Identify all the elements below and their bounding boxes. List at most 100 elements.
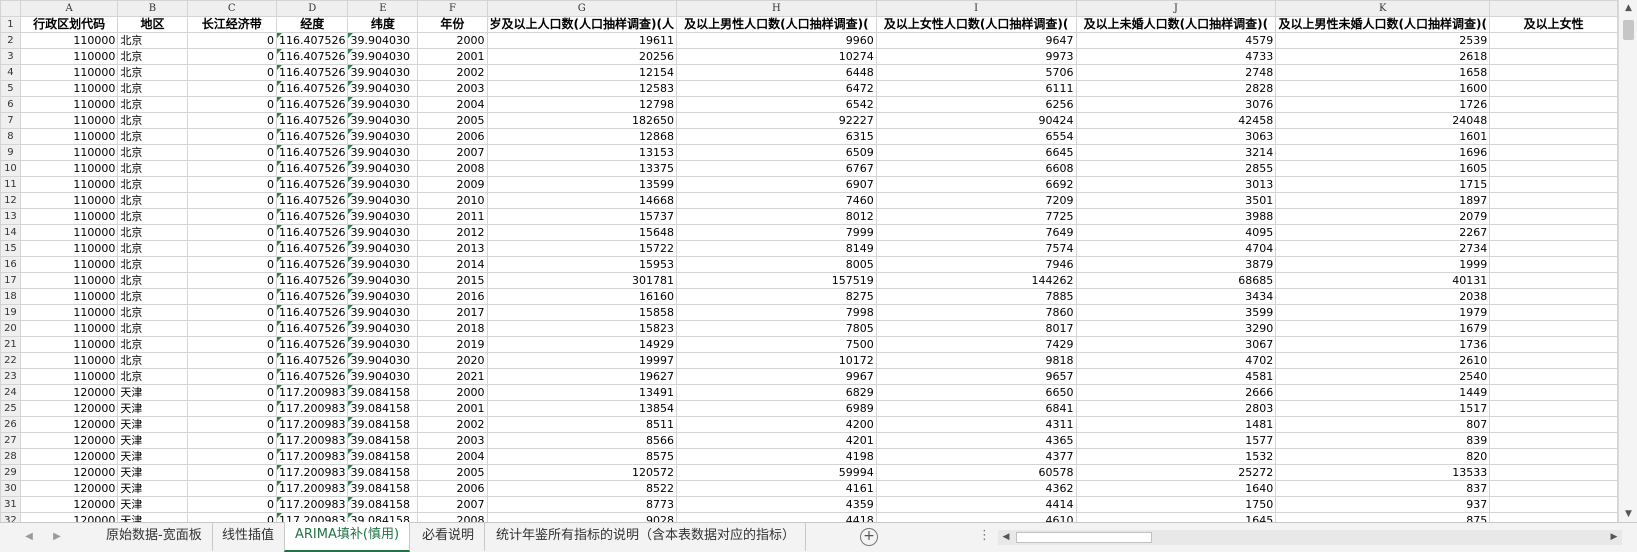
cell-k[interactable]: 1679 bbox=[1275, 320, 1491, 337]
cell-code[interactable]: 110000 bbox=[19, 240, 119, 257]
cell-code[interactable]: 120000 bbox=[19, 512, 119, 522]
cell-region[interactable]: 天津 bbox=[117, 384, 188, 401]
cell-yangtze[interactable]: 0 bbox=[186, 448, 277, 465]
cell-lat[interactable]: 39.904030 bbox=[347, 176, 419, 193]
cell-lat[interactable]: 39.084158 bbox=[347, 432, 419, 449]
cell-year[interactable]: 2003 bbox=[417, 80, 488, 97]
cell-k[interactable]: 2079 bbox=[1275, 208, 1491, 225]
cell-j[interactable]: 4733 bbox=[1075, 48, 1277, 65]
cell-region[interactable]: 北京 bbox=[117, 272, 188, 289]
cell-k[interactable]: 1715 bbox=[1275, 176, 1491, 193]
cell-region[interactable]: 北京 bbox=[117, 240, 188, 257]
cell-lat[interactable]: 39.904030 bbox=[347, 208, 419, 225]
cell-code[interactable]: 110000 bbox=[19, 48, 119, 65]
cell-i[interactable]: 4414 bbox=[875, 496, 1077, 513]
cell-year[interactable]: 2007 bbox=[417, 496, 488, 513]
cell-code[interactable]: 120000 bbox=[19, 416, 119, 433]
cell-code[interactable]: 110000 bbox=[19, 144, 119, 161]
cell-empty[interactable] bbox=[1489, 496, 1618, 513]
cell-region[interactable]: 天津 bbox=[117, 464, 188, 481]
cell-h[interactable]: 59994 bbox=[676, 464, 877, 481]
column-header[interactable] bbox=[1489, 0, 1618, 17]
cell-lat[interactable]: 39.084158 bbox=[347, 496, 419, 513]
row-number[interactable]: 28 bbox=[0, 448, 21, 465]
cell-i[interactable]: 7885 bbox=[875, 288, 1077, 305]
cell-yangtze[interactable]: 0 bbox=[186, 512, 277, 522]
cell-empty[interactable] bbox=[1489, 112, 1618, 129]
cell-region[interactable]: 天津 bbox=[117, 480, 188, 497]
cell-lon[interactable]: 117.200983 bbox=[275, 496, 349, 513]
cell-year[interactable]: 2015 bbox=[417, 272, 488, 289]
cell-yangtze[interactable]: 0 bbox=[186, 352, 277, 369]
cell-h[interactable]: 10274 bbox=[676, 48, 877, 65]
cell-empty[interactable] bbox=[1489, 208, 1618, 225]
cell-region[interactable]: 北京 bbox=[117, 48, 188, 65]
cell-h[interactable]: 7500 bbox=[676, 336, 877, 353]
cell-region[interactable]: 北京 bbox=[117, 192, 188, 209]
cell-lat[interactable]: 39.904030 bbox=[347, 96, 419, 113]
row-number[interactable]: 15 bbox=[0, 240, 21, 257]
cell-j[interactable]: 2748 bbox=[1075, 64, 1277, 81]
cell-code[interactable]: 120000 bbox=[19, 480, 119, 497]
cell-yangtze[interactable]: 0 bbox=[186, 192, 277, 209]
cell-empty[interactable] bbox=[1489, 272, 1618, 289]
cell-g[interactable]: 15953 bbox=[486, 256, 678, 273]
cell-g[interactable]: 9028 bbox=[486, 512, 678, 522]
cell-lat[interactable]: 39.904030 bbox=[347, 304, 419, 321]
cell-yangtze[interactable]: 0 bbox=[186, 336, 277, 353]
cell-yangtze[interactable]: 0 bbox=[186, 368, 277, 385]
cell-code[interactable]: 110000 bbox=[19, 320, 119, 337]
scroll-left-icon[interactable]: ◀ bbox=[998, 530, 1014, 545]
cell-lat[interactable]: 39.904030 bbox=[347, 32, 419, 49]
row-number[interactable]: 9 bbox=[0, 144, 21, 161]
cell-year[interactable]: 2000 bbox=[417, 384, 488, 401]
cell-code[interactable]: 110000 bbox=[19, 208, 119, 225]
cell-g[interactable]: 14668 bbox=[486, 192, 678, 209]
cell-code[interactable]: 120000 bbox=[19, 448, 119, 465]
cell-lon[interactable]: 116.407526 bbox=[275, 192, 349, 209]
cell-i[interactable]: 7209 bbox=[875, 192, 1077, 209]
cell-empty[interactable] bbox=[1489, 400, 1618, 417]
cell-code[interactable]: 110000 bbox=[19, 32, 119, 49]
cell-lon[interactable]: 116.407526 bbox=[275, 160, 349, 177]
cell-g[interactable]: 15737 bbox=[486, 208, 678, 225]
cell-year[interactable]: 2006 bbox=[417, 128, 488, 145]
row-number[interactable]: 26 bbox=[0, 416, 21, 433]
cell-j[interactable]: 4095 bbox=[1075, 224, 1277, 241]
cell-g[interactable]: 12154 bbox=[486, 64, 678, 81]
header-cell[interactable]: 及以上女性 bbox=[1489, 16, 1618, 33]
cell-lon[interactable]: 117.200983 bbox=[275, 432, 349, 449]
horizontal-scrollbar[interactable]: ◀ ▶ bbox=[998, 530, 1622, 545]
vertical-scrollbar[interactable]: ▲ ▼ bbox=[1618, 0, 1637, 522]
cell-g[interactable]: 15722 bbox=[486, 240, 678, 257]
cell-h[interactable]: 6829 bbox=[676, 384, 877, 401]
cell-yangtze[interactable]: 0 bbox=[186, 256, 277, 273]
cell-g[interactable]: 182650 bbox=[486, 112, 678, 129]
cell-i[interactable]: 8017 bbox=[875, 320, 1077, 337]
cell-yangtze[interactable]: 0 bbox=[186, 288, 277, 305]
cell-region[interactable]: 北京 bbox=[117, 224, 188, 241]
cell-k[interactable]: 1601 bbox=[1275, 128, 1491, 145]
cell-region[interactable]: 北京 bbox=[117, 96, 188, 113]
cell-h[interactable]: 8275 bbox=[676, 288, 877, 305]
cell-empty[interactable] bbox=[1489, 304, 1618, 321]
cell-empty[interactable] bbox=[1489, 336, 1618, 353]
cell-i[interactable]: 4610 bbox=[875, 512, 1077, 522]
cell-i[interactable]: 6111 bbox=[875, 80, 1077, 97]
cell-region[interactable]: 天津 bbox=[117, 448, 188, 465]
header-cell[interactable]: 长江经济带 bbox=[186, 16, 277, 33]
cell-i[interactable]: 6692 bbox=[875, 176, 1077, 193]
cell-yangtze[interactable]: 0 bbox=[186, 176, 277, 193]
cell-i[interactable]: 6645 bbox=[875, 144, 1077, 161]
cell-year[interactable]: 2012 bbox=[417, 224, 488, 241]
cell-region[interactable]: 北京 bbox=[117, 288, 188, 305]
cell-lon[interactable]: 116.407526 bbox=[275, 80, 349, 97]
cell-j[interactable]: 2828 bbox=[1075, 80, 1277, 97]
cell-empty[interactable] bbox=[1489, 288, 1618, 305]
header-cell[interactable]: 岁及以上人口数(人口抽样调查)(人 bbox=[486, 16, 678, 33]
cell-region[interactable]: 北京 bbox=[117, 320, 188, 337]
cell-lon[interactable]: 116.407526 bbox=[275, 272, 349, 289]
cell-h[interactable]: 92227 bbox=[676, 112, 877, 129]
cell-lat[interactable]: 39.904030 bbox=[347, 160, 419, 177]
cell-h[interactable]: 4161 bbox=[676, 480, 877, 497]
